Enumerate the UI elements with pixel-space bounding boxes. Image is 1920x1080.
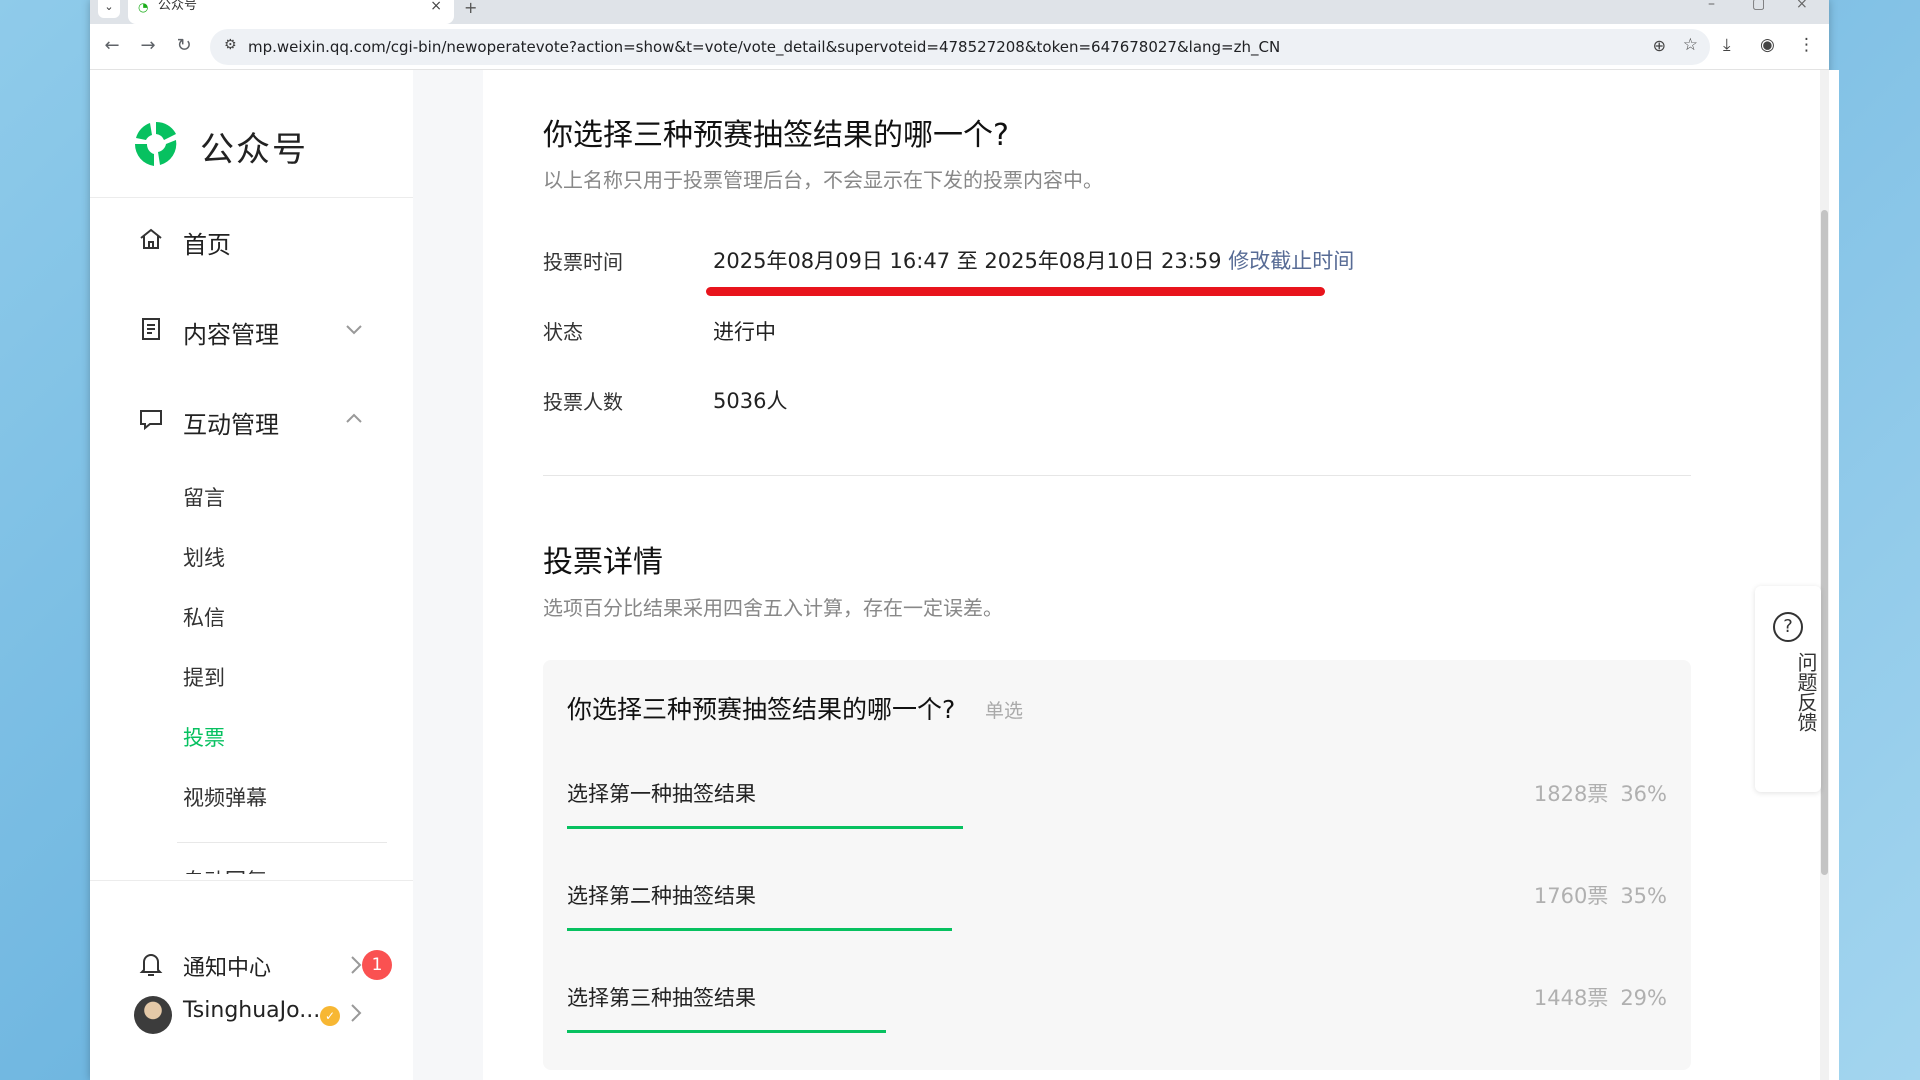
voter-count-value: 5036人 <box>713 389 788 413</box>
bookmark-star-icon[interactable]: ☆ <box>1683 35 1698 55</box>
option-votes: 1448票 <box>1533 986 1609 1010</box>
chevron-right-icon[interactable] <box>346 953 366 977</box>
status-label: 状态 <box>543 320 583 344</box>
question-mark-icon: ? <box>1773 612 1803 642</box>
wechat-official-logo-icon <box>134 121 177 166</box>
account-name[interactable]: TsinghuaJo... <box>183 998 320 1023</box>
chat-icon <box>140 410 162 431</box>
download-icon[interactable]: ⤓ <box>1723 35 1731 55</box>
nav-content-label: 内容管理 <box>183 321 279 349</box>
profile-icon[interactable]: ◉ <box>1760 35 1775 55</box>
notification-center-link[interactable]: 通知中心 <box>183 950 271 982</box>
option-percent: 35% <box>1620 884 1667 908</box>
new-tab-icon[interactable]: + <box>464 0 477 17</box>
nav-content-management[interactable]: 内容管理 <box>90 306 413 354</box>
tab-strip: ⌄ ◔ 公众号 × + – ▢ × <box>90 0 1829 24</box>
tab-search-button[interactable]: ⌄ <box>98 0 120 18</box>
sidebar-divider <box>90 197 413 198</box>
home-icon <box>140 228 162 249</box>
menu-icon[interactable]: ⋮ <box>1798 35 1815 55</box>
forward-icon[interactable]: → <box>136 34 160 58</box>
option-stats: 1828票 36% <box>1522 778 1667 808</box>
sidebar-item-underline[interactable]: 划线 <box>183 542 225 572</box>
feedback-button[interactable]: ? 问题反馈 <box>1755 586 1821 792</box>
option-progress-bar <box>567 928 952 931</box>
option-label: 选择第一种抽签结果 <box>567 782 756 806</box>
browser-toolbar: ← → ↻ ⚙ mp.weixin.qq.com/cgi-bin/newoper… <box>90 24 1829 70</box>
zoom-icon[interactable]: ⊕ <box>1653 36 1666 55</box>
scrollbar-thumb[interactable] <box>1821 210 1828 875</box>
sidebar-item-vote[interactable]: 投票 <box>183 722 225 752</box>
option-label: 选择第三种抽签结果 <box>567 986 756 1010</box>
highlight-underline <box>706 287 1325 296</box>
option-votes: 1828票 <box>1533 782 1609 806</box>
address-bar[interactable]: ⚙ mp.weixin.qq.com/cgi-bin/newoperatevot… <box>210 29 1710 65</box>
vote-time-value: 2025年08月09日 16:47 至 2025年08月10日 23:59 修改… <box>713 245 1354 275</box>
tab-title: 公众号 <box>158 0 198 13</box>
vote-title: 你选择三种预赛抽签结果的哪一个? <box>543 118 1009 153</box>
vote-time-label: 投票时间 <box>543 250 623 274</box>
account-chevron-right-icon[interactable] <box>346 1001 366 1025</box>
site-info-icon[interactable]: ⚙ <box>224 37 237 53</box>
minimize-icon[interactable]: – <box>1708 0 1715 12</box>
sidebar: 公众号 首页 内容管理 互动管理 留言 划线 私信 提到 投票 视频弹幕 自动回… <box>90 70 413 1080</box>
close-window-icon[interactable]: × <box>1796 0 1808 12</box>
vote-subtitle: 以上名称只用于投票管理后台，不会显示在下发的投票内容中。 <box>543 168 1103 192</box>
question-card: 你选择三种预赛抽签结果的哪一个? 单选 选择第一种抽签结果 1828票 36% 选… <box>543 660 1691 1070</box>
sidebar-footer-divider <box>90 880 413 881</box>
option-row: 选择第一种抽签结果 1828票 36% <box>567 778 1667 848</box>
nav-home-label: 首页 <box>183 231 231 259</box>
brand-name: 公众号 <box>200 130 308 170</box>
option-row: 选择第三种抽签结果 1448票 29% <box>567 982 1667 1052</box>
option-label: 选择第二种抽签结果 <box>567 884 756 908</box>
sidebar-item-danmaku[interactable]: 视频弹幕 <box>183 782 267 812</box>
close-tab-icon[interactable]: × <box>430 0 442 14</box>
verified-badge-icon: ✓ <box>320 1006 340 1026</box>
details-subtitle: 选项百分比结果采用四舍五入计算，存在一定误差。 <box>543 596 1003 620</box>
chevron-down-icon[interactable] <box>343 318 365 340</box>
nav-interaction-label: 互动管理 <box>183 411 279 439</box>
status-value: 进行中 <box>713 320 776 344</box>
option-progress-bar <box>567 1030 886 1033</box>
option-percent: 36% <box>1620 782 1667 806</box>
back-icon[interactable]: ← <box>100 34 124 58</box>
bell-icon <box>139 954 163 976</box>
sidebar-item-comments[interactable]: 留言 <box>183 482 225 512</box>
section-divider <box>543 475 1691 476</box>
browser-window: ⌄ ◔ 公众号 × + – ▢ × ← → ↻ ⚙ mp.weixin.qq.c… <box>90 0 1839 1080</box>
sidebar-item-mentions[interactable]: 提到 <box>183 662 225 692</box>
sidebar-item-auto-reply[interactable]: 自动回复 <box>183 864 323 874</box>
document-icon <box>142 318 160 340</box>
question-title: 你选择三种预赛抽签结果的哪一个? <box>567 695 956 724</box>
url-text[interactable]: mp.weixin.qq.com/cgi-bin/newoperatevote?… <box>248 38 1280 56</box>
reload-icon[interactable]: ↻ <box>172 34 196 58</box>
maximize-icon[interactable]: ▢ <box>1752 0 1765 12</box>
details-title: 投票详情 <box>543 545 663 580</box>
question-type: 单选 <box>985 700 1024 722</box>
notification-count-badge: 1 <box>362 950 392 980</box>
option-stats: 1448票 29% <box>1522 982 1667 1012</box>
wechat-favicon-icon: ◔ <box>138 0 149 14</box>
nav-home[interactable]: 首页 <box>90 216 413 264</box>
feedback-label: 问题反馈 <box>1794 652 1818 732</box>
voter-count-label: 投票人数 <box>543 390 623 414</box>
sidebar-item-messages[interactable]: 私信 <box>183 602 225 632</box>
vote-time-range: 2025年08月09日 16:47 至 2025年08月10日 23:59 <box>713 249 1222 273</box>
option-percent: 29% <box>1620 986 1667 1010</box>
option-row: 选择第二种抽签结果 1760票 35% <box>567 880 1667 950</box>
avatar[interactable] <box>134 996 172 1034</box>
option-stats: 1760票 35% <box>1522 880 1667 910</box>
modify-deadline-link[interactable]: 修改截止时间 <box>1228 249 1354 273</box>
option-votes: 1760票 <box>1533 884 1609 908</box>
browser-tab[interactable]: ◔ 公众号 × <box>128 0 454 24</box>
nav-interaction-management[interactable]: 互动管理 <box>90 396 413 444</box>
option-progress-bar <box>567 826 963 829</box>
vote-detail-panel: 你选择三种预赛抽签结果的哪一个? 以上名称只用于投票管理后台，不会显示在下发的投… <box>483 70 1839 1080</box>
chevron-up-icon[interactable] <box>343 408 365 430</box>
submenu-divider <box>177 842 387 843</box>
